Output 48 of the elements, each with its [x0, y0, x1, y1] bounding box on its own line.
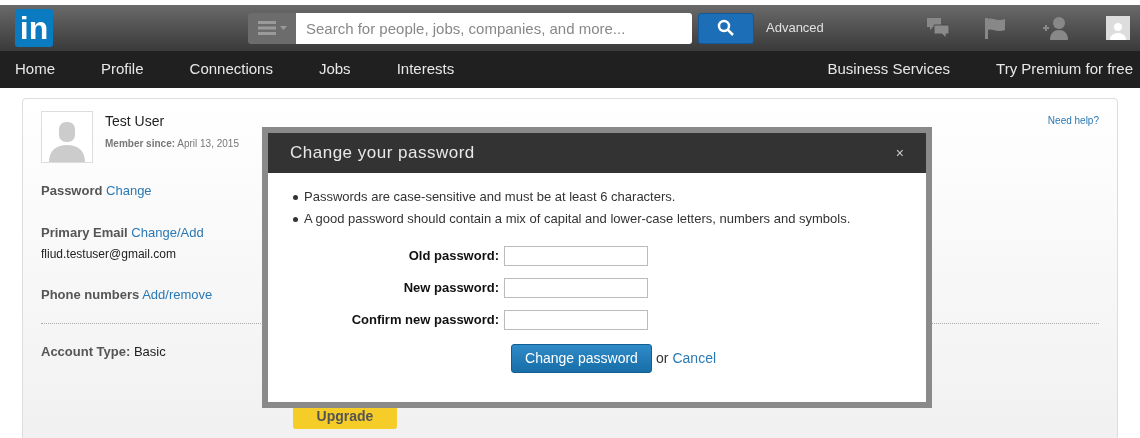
nav-link[interactable]: Jobs — [318, 58, 351, 81]
dialog-title: Change your password — [290, 142, 475, 165]
password-field[interactable] — [504, 310, 648, 330]
member-since-date: April 13, 2015 — [177, 138, 239, 149]
cancel-link[interactable]: Cancel — [672, 348, 717, 369]
bullet-icon — [293, 216, 298, 222]
password-field[interactable] — [504, 246, 648, 266]
account-type-value: Basic — [133, 343, 166, 359]
change-password-link[interactable]: Change — [106, 183, 152, 198]
member-since-label: Member since: — [105, 138, 176, 149]
or-text: or — [656, 349, 669, 368]
nav-link[interactable]: Profile — [101, 58, 144, 81]
add-contact-icon[interactable] — [1042, 16, 1070, 40]
field-label: New password: — [402, 279, 500, 298]
nav-link[interactable]: Home — [15, 58, 55, 81]
search-field[interactable]: Search for people, jobs, companies, and more... — [296, 12, 692, 44]
account-type-label: Account Type: — [41, 343, 131, 359]
change-password-button[interactable]: Change password — [511, 344, 652, 373]
nav-link[interactable]: Connections — [189, 58, 273, 81]
search-icon — [717, 19, 735, 37]
nav-link[interactable]: Interests — [396, 58, 455, 81]
avatar[interactable] — [1106, 16, 1130, 40]
email-label: Primary Email — [41, 224, 128, 240]
user-name: Test User — [105, 112, 166, 131]
close-button[interactable]: × — [895, 142, 904, 164]
search-button[interactable] — [698, 12, 754, 44]
change-email-link[interactable]: Change/Add — [131, 224, 204, 240]
person-silhouette-icon — [1108, 20, 1128, 40]
advanced-link[interactable]: Advanced — [766, 18, 824, 38]
phone-link[interactable]: Add/remove — [142, 287, 213, 302]
phone-label: Phone numbers — [41, 287, 140, 302]
field-label: Old password: — [407, 247, 500, 266]
nav-link[interactable]: Business Services — [827, 58, 951, 81]
field-label: Confirm new password: — [350, 311, 500, 330]
password-field[interactable] — [504, 278, 648, 298]
bullet-icon — [293, 194, 298, 200]
password-label: Password — [41, 183, 103, 198]
nav-link[interactable]: Try Premium for free — [996, 58, 1133, 81]
logo[interactable]: in — [15, 9, 53, 47]
flag-icon[interactable] — [984, 16, 1006, 40]
messages-icon[interactable] — [926, 16, 950, 40]
need-help-link[interactable]: Need help? — [1047, 113, 1099, 128]
caret-icon — [279, 26, 287, 30]
password-rule: A good password should contain a mix of capital and lower-case letters, numbers and symbols. — [304, 210, 851, 229]
password-rule: Passwords are case-sensitive and must be at least 6 characters. — [304, 188, 676, 207]
menu-icon — [257, 21, 276, 35]
menu-dropdown-button[interactable] — [248, 12, 296, 44]
email-address: fliud.testuser@gmail.com — [41, 246, 176, 263]
